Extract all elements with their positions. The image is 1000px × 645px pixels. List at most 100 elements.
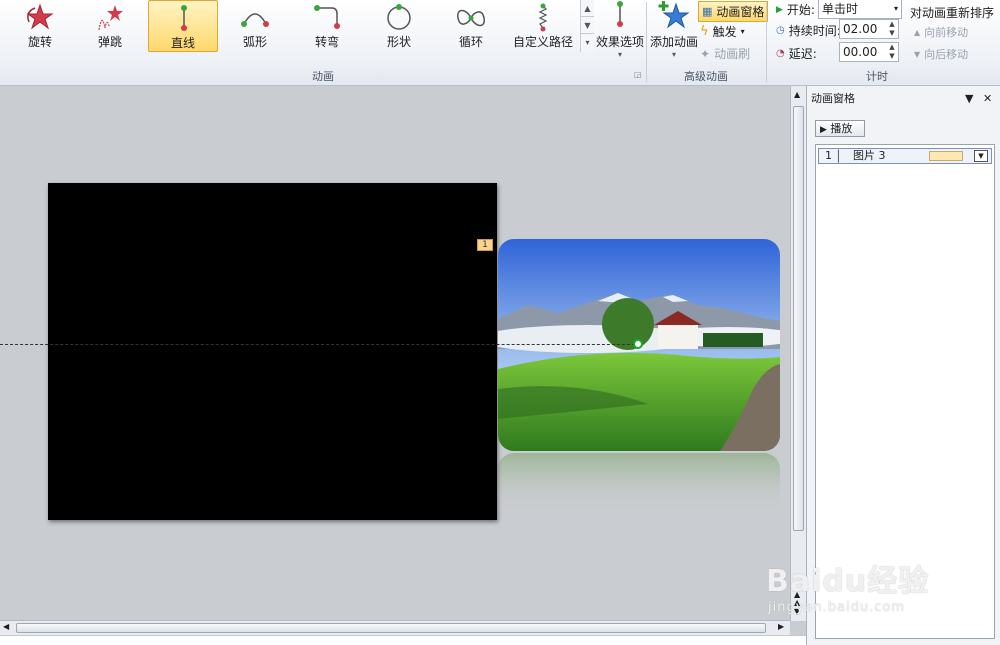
delay-spinner[interactable]: ▲ ▼ bbox=[887, 43, 897, 61]
arc-path-icon bbox=[241, 13, 269, 27]
gallery-label: 转弯 bbox=[314, 35, 339, 49]
move-earlier-button[interactable]: ▲ 向前移动 bbox=[914, 24, 968, 40]
effect-options-button[interactable]: 效果选项 ▾ bbox=[596, 0, 644, 59]
scroll-up-icon[interactable]: ▲ bbox=[794, 90, 800, 99]
trigger-label: 触发 bbox=[712, 25, 737, 39]
slide-canvas[interactable] bbox=[48, 183, 497, 520]
ribbon: 旋转 弹跳 直线 弧形 转弯 形状 循环 自定义路径 ▲ ▼ ▾ 效果选项 ▾ … bbox=[0, 0, 1000, 86]
scroll-right-icon[interactable]: ▶ bbox=[778, 622, 784, 631]
add-animation-button[interactable]: 添加动画 ▾ bbox=[650, 0, 698, 59]
move-later-label: 向后移动 bbox=[924, 48, 969, 61]
timing-bar[interactable] bbox=[929, 151, 963, 161]
painter-star-icon: ✦ bbox=[700, 46, 711, 61]
arrow-up-icon: ▲ bbox=[914, 27, 921, 37]
pane-menu-icon[interactable]: ▼ bbox=[965, 90, 973, 108]
animation-painter-label: 动画刷 bbox=[714, 47, 751, 61]
gallery-item-shape[interactable]: 形状 bbox=[364, 0, 434, 52]
group-label-timing: 计时 bbox=[866, 70, 888, 83]
play-button[interactable]: ▶ 播放 bbox=[815, 120, 865, 137]
bounce-star-icon bbox=[98, 5, 123, 31]
animation-order-tag[interactable]: 1 bbox=[477, 239, 493, 251]
delay-clock-icon: ◔ bbox=[776, 48, 785, 59]
turn-path-icon bbox=[314, 5, 340, 29]
group-label-animation: 动画 bbox=[312, 70, 334, 83]
play-triangle-icon: ▶ bbox=[776, 4, 783, 15]
dialog-launcher-icon[interactable]: ◲ bbox=[634, 70, 642, 79]
gallery-item-spin[interactable]: 旋转 bbox=[5, 0, 75, 52]
gallery-label: 弹跳 bbox=[97, 35, 122, 49]
add-star-icon bbox=[658, 1, 690, 29]
move-later-button[interactable]: ▼ 向后移动 bbox=[914, 46, 968, 62]
loop-path-icon bbox=[457, 9, 485, 27]
add-animation-label: 添加动画 bbox=[650, 35, 699, 49]
play-triangle-icon: ▶ bbox=[820, 125, 827, 135]
start-select[interactable]: 单击时 ▾ bbox=[818, 0, 902, 19]
gallery-label: 循环 bbox=[458, 35, 483, 49]
horizontal-scrollbar[interactable]: ◀ ▶ bbox=[0, 620, 790, 635]
duration-field[interactable]: 02.00 ▲ ▼ bbox=[839, 19, 899, 39]
chevron-down-icon: ▾ bbox=[740, 27, 745, 36]
vertical-scroll-thumb[interactable] bbox=[793, 106, 804, 531]
duration-spinner[interactable]: ▲ ▼ bbox=[887, 20, 897, 38]
line-path-icon bbox=[181, 5, 187, 31]
motion-path-line[interactable] bbox=[0, 344, 640, 345]
reorder-title-label: 对动画重新排序 bbox=[910, 6, 995, 20]
gallery-item-bounce[interactable]: 弹跳 bbox=[75, 0, 145, 52]
picture-reflection bbox=[498, 453, 780, 513]
next-slide-icon[interactable]: ▼ bbox=[794, 608, 800, 616]
trigger-button[interactable]: ϟ 触发 ▾ bbox=[700, 23, 745, 40]
animation-painter-button[interactable]: ✦ 动画刷 bbox=[700, 45, 750, 62]
gallery-label: 弧形 bbox=[242, 35, 267, 49]
gallery-item-line[interactable]: 直线 bbox=[148, 0, 218, 52]
start-label: 开始: bbox=[786, 3, 815, 17]
horizontal-scroll-thumb[interactable] bbox=[16, 623, 766, 633]
gallery-item-custom[interactable]: 自定义路径 bbox=[508, 0, 578, 52]
item-dropdown-icon[interactable]: ▼ bbox=[974, 150, 988, 162]
start-value: 单击时 bbox=[822, 2, 859, 16]
gallery-item-arc[interactable]: 弧形 bbox=[220, 0, 290, 52]
duration-label: 持续时间: bbox=[788, 24, 841, 38]
effect-options-label: 效果选项 bbox=[596, 35, 645, 49]
motion-path-start-icon[interactable] bbox=[633, 339, 643, 349]
move-earlier-label: 向前移动 bbox=[924, 26, 969, 39]
circle-path-icon bbox=[387, 4, 411, 30]
animation-pane-toggle[interactable]: ▦ 动画窗格 bbox=[698, 1, 769, 22]
click-trigger-icon: │ bbox=[835, 150, 842, 163]
custom-path-icon bbox=[538, 3, 548, 32]
close-icon[interactable]: ✕ bbox=[983, 90, 992, 108]
prev-slide-icon[interactable]: ▲ ▲ bbox=[794, 591, 800, 607]
animation-list[interactable]: 1 │ 图片 3 ▼ bbox=[815, 144, 995, 639]
animation-list-item[interactable]: 1 │ 图片 3 ▼ bbox=[818, 148, 992, 164]
chevron-down-icon: ▾ bbox=[671, 50, 676, 59]
lightning-icon: ϟ bbox=[700, 24, 709, 39]
duration-row: ◷ 持续时间: bbox=[776, 22, 841, 39]
slide-workspace[interactable]: 1 bbox=[0, 86, 790, 621]
gallery-label: 形状 bbox=[386, 35, 411, 49]
play-label: 播放 bbox=[830, 122, 853, 135]
reorder-title: 对动画重新排序 bbox=[910, 4, 994, 21]
animation-item-index: 1 bbox=[825, 149, 832, 162]
animation-item-name: 图片 3 bbox=[853, 149, 886, 162]
gallery-label: 自定义路径 bbox=[512, 35, 573, 49]
delay-row: ◔ 延迟: bbox=[776, 45, 817, 62]
animation-pane-icon: ▦ bbox=[702, 5, 713, 18]
scroll-left-icon[interactable]: ◀ bbox=[3, 622, 9, 631]
delay-label: 延迟: bbox=[788, 47, 817, 61]
animation-pane-label: 动画窗格 bbox=[716, 5, 765, 19]
start-row: ▶ 开始: bbox=[776, 1, 815, 18]
arrow-down-icon: ▼ bbox=[914, 49, 921, 59]
gallery-label: 旋转 bbox=[27, 35, 52, 49]
line-path-icon bbox=[617, 1, 623, 27]
group-label-advanced: 高级动画 bbox=[684, 70, 728, 83]
duration-value: 02.00 bbox=[843, 22, 878, 36]
gallery-item-loop[interactable]: 循环 bbox=[436, 0, 506, 52]
delay-value: 00.00 bbox=[843, 45, 878, 59]
gallery-more-icon[interactable]: ▾ bbox=[581, 34, 594, 51]
gallery-scrollbar[interactable]: ▲ ▼ ▾ bbox=[580, 0, 594, 52]
delay-field[interactable]: 00.00 ▲ ▼ bbox=[839, 42, 899, 62]
gallery-down-icon[interactable]: ▼ bbox=[581, 17, 594, 34]
spin-star-icon bbox=[26, 3, 54, 30]
gallery-up-icon[interactable]: ▲ bbox=[581, 0, 594, 17]
gallery-item-turn[interactable]: 转弯 bbox=[292, 0, 362, 52]
vertical-scrollbar[interactable]: ▲ ▲ ▲ ▼ bbox=[790, 86, 806, 621]
